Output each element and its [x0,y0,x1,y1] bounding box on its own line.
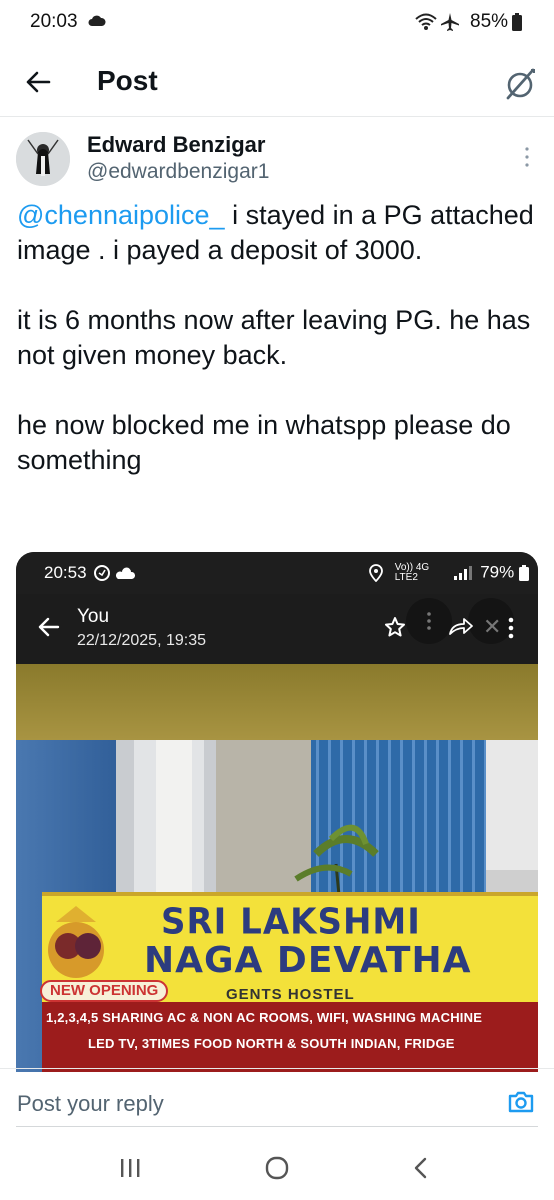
sign-subtitle: GENTS HOSTEL [226,986,355,1003]
location-icon [369,563,383,582]
forward-icon [448,616,474,641]
media-more-faded-icon [426,611,432,636]
page-title: Post [97,65,158,96]
post-paragraph-2: it is 6 months now after leaving PG. he … [17,305,531,370]
media-status-right: Vo)) 4G LTE2 79% [368,562,529,583]
header-divider [0,116,554,117]
sign-amenities-2: LED TV, 3TIMES FOOD NORTH & SOUTH INDIAN… [88,1036,455,1051]
wifi-icon [414,12,438,37]
author-name[interactable]: Edward Benzigar [87,132,265,158]
camera-button[interactable] [507,1088,535,1116]
media-status-battery: 79% [480,562,515,582]
status-time: 20:03 [30,11,78,32]
battery-icon [512,13,522,36]
media-more-icon [507,616,515,645]
arrow-left-icon [26,71,51,93]
home-icon[interactable] [264,1155,290,1186]
grok-icon [506,68,535,100]
system-nav-bar [0,1140,554,1200]
star-icon [384,616,406,643]
media-status-time: 20:53 [44,563,87,582]
more-vertical-icon [525,147,529,167]
media-chat-contact: You [77,606,110,627]
mention-link[interactable]: @chennaipolice_ [17,200,225,230]
author-handle[interactable]: @edwardbenzigar1 [87,160,269,184]
media-chat-header: You 22/12/2025, 19:35 ✕ [16,594,538,664]
media-chat-timestamp: 22/12/2025, 19:35 [77,632,207,649]
camera-icon [508,1091,534,1113]
recents-icon[interactable] [118,1157,142,1184]
media-status-icons [94,564,140,587]
airplane-icon [440,12,460,37]
reply-underline [16,1126,538,1127]
avatar[interactable] [16,132,70,186]
status-bar: 20:03 85% [0,0,554,44]
post-text: @chennaipolice_ i stayed in a PG attache… [17,198,537,478]
battery-percent: 85% [470,11,509,32]
app-header: Post [0,44,554,116]
grok-button[interactable] [500,64,540,104]
media-close-icon: ✕ [483,614,502,639]
media-battery-icon [518,564,529,581]
back-button[interactable] [22,66,54,98]
post-media-image[interactable]: 20:53 Vo)) 4G LTE2 79% You 22/12/2025, 1… [16,552,538,1072]
reply-divider [0,1068,554,1069]
media-status-network: Vo)) 4G LTE2 [394,561,430,583]
post-paragraph-1: @chennaipolice_ i stayed in a PG attache… [17,198,537,268]
sign-text-line2: NAGA DEVATHA [144,940,472,981]
more-options-button[interactable] [516,144,538,170]
back-icon[interactable] [410,1156,432,1185]
signal-icon [454,565,473,580]
hostel-sign-photo: SRI LAKSHMI NAGA DEVATHA NEW OPENING GEN… [16,664,538,1072]
cloud-icon [88,14,106,32]
sign-text-line1: SRI LAKSHMI [161,901,421,943]
sign-amenities-1: 1,2,3,4,5 SHARING AC & NON AC ROOMS, WIF… [46,1010,483,1025]
media-status-bar: 20:53 Vo)) 4G LTE2 79% [16,552,538,594]
post-paragraph-3: he now blocked me in whatspp please do s… [17,410,511,475]
avatar-image [16,132,70,186]
reply-input[interactable]: Post your reply [17,1091,164,1117]
sign-badge: NEW OPENING [40,980,169,1002]
media-back-arrow-icon [36,616,60,643]
